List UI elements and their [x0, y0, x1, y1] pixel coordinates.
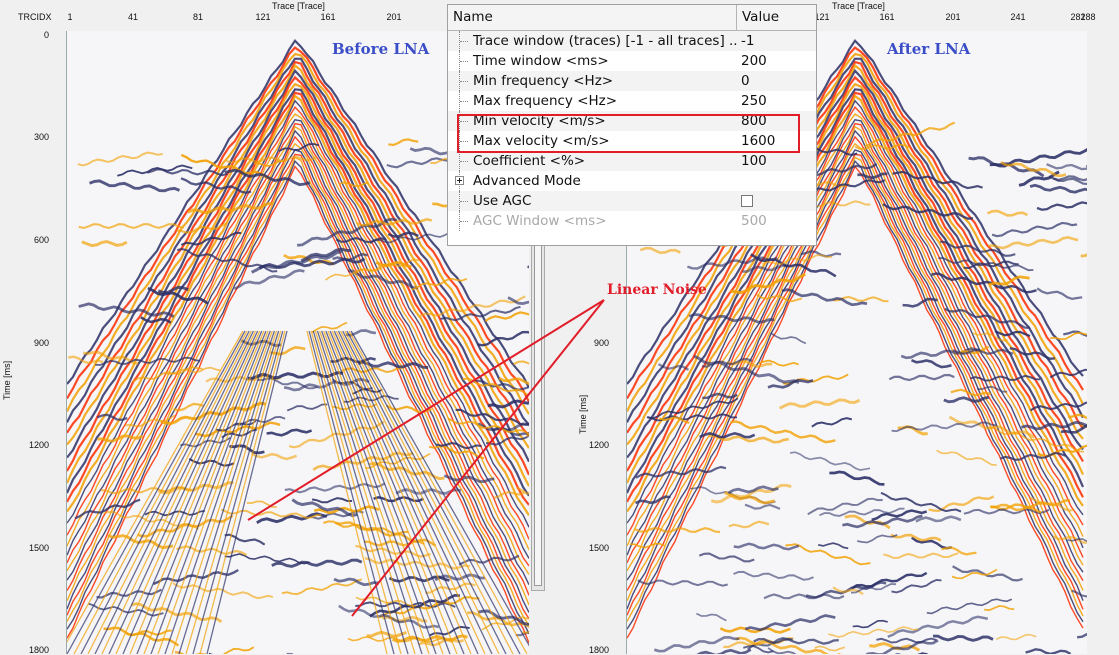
param-name: Max frequency <Hz> — [473, 93, 618, 109]
param-value[interactable]: 200 — [737, 51, 816, 71]
y-tick-label: 600 — [33, 235, 49, 245]
param-row-max-frequency[interactable]: Max frequency <Hz> 250 — [448, 91, 816, 111]
x-tick-label: 161 — [879, 12, 895, 22]
linear-noise-label: Linear Noise — [607, 282, 707, 298]
x-axis-title: Trace [Trace] — [272, 1, 325, 11]
trace-index-header: TRCIDX — [18, 12, 52, 22]
param-row-coefficient[interactable]: Coefficient <%> 100 — [448, 151, 816, 171]
param-name: Coefficient <%> — [473, 153, 586, 169]
param-name: Max velocity <m/s> — [473, 133, 610, 149]
param-row-agc-window: AGC Window <ms> 500 — [448, 211, 816, 231]
param-row-trace-window[interactable]: Trace window (traces) [-1 - all traces] … — [448, 31, 816, 51]
param-row-use-agc[interactable]: Use AGC — [448, 191, 816, 211]
param-value[interactable]: 1600 — [737, 131, 816, 151]
param-row-advanced-mode[interactable]: Advanced Mode — [448, 171, 816, 191]
param-row-max-velocity[interactable]: Max velocity <m/s> 1600 — [448, 131, 816, 151]
before-lna-label: Before LNA — [332, 40, 430, 58]
param-row-time-window[interactable]: Time window <ms> 200 — [448, 51, 816, 71]
x-tick-label: 121 — [255, 12, 271, 22]
y-tick-label: 1500 — [588, 543, 609, 553]
use-agc-checkbox[interactable] — [741, 195, 753, 207]
param-value[interactable]: -1 — [737, 31, 816, 51]
param-name: Min frequency <Hz> — [473, 73, 614, 89]
y-tick-label: 300 — [33, 132, 49, 142]
param-name: Use AGC — [473, 193, 532, 209]
expand-plus-icon[interactable] — [455, 176, 464, 185]
y-tick-label: 0 — [43, 30, 49, 40]
x-tick-label: 288 — [1080, 12, 1096, 22]
name-column-header[interactable]: Name — [448, 5, 737, 30]
grid-rows: Trace window (traces) [-1 - all traces] … — [448, 31, 816, 231]
x-tick-label: 201 — [945, 12, 961, 22]
x-tick-label: 81 — [192, 12, 204, 22]
param-value: 500 — [741, 213, 767, 229]
x-tick-label: 161 — [320, 12, 336, 22]
param-row-min-velocity[interactable]: Min velocity <m/s> 800 — [448, 111, 816, 131]
grid-header: Name Value — [448, 5, 816, 31]
y-tick-label: 1500 — [28, 543, 49, 553]
param-value — [737, 171, 816, 191]
x-axis-title: Trace [Trace] — [832, 1, 885, 11]
param-name: Min velocity <m/s> — [473, 113, 606, 129]
param-name: Trace window (traces) [-1 - all traces] … — [473, 33, 737, 49]
param-name: Advanced Mode — [473, 173, 581, 189]
x-tick-label: 41 — [127, 12, 139, 22]
param-value[interactable]: 800 — [737, 111, 816, 131]
y-axis-title: Time [ms] — [578, 394, 588, 434]
y-tick-label: 1200 — [588, 440, 609, 450]
param-value[interactable]: 0 — [737, 71, 816, 91]
param-row-min-frequency[interactable]: Min frequency <Hz> 0 — [448, 71, 816, 91]
value-column-header[interactable]: Value — [737, 5, 816, 30]
x-tick-label: 1 — [67, 12, 73, 22]
param-name: Time window <ms> — [473, 53, 609, 69]
param-name: AGC Window <ms> — [473, 213, 607, 229]
y-axis-title: Time [ms] — [2, 360, 12, 400]
x-tick-label: 241 — [1010, 12, 1026, 22]
x-tick-label: 201 — [386, 12, 402, 22]
y-tick-label: 900 — [33, 338, 49, 348]
lna-parameters-grid: Name Value Trace window (traces) [-1 - a… — [447, 4, 817, 246]
y-tick-label: 900 — [593, 338, 609, 348]
param-value[interactable]: 100 — [737, 151, 816, 171]
y-tick-label: 1200 — [28, 440, 49, 450]
param-value[interactable]: 250 — [737, 91, 816, 111]
after-lna-label: After LNA — [887, 40, 971, 58]
